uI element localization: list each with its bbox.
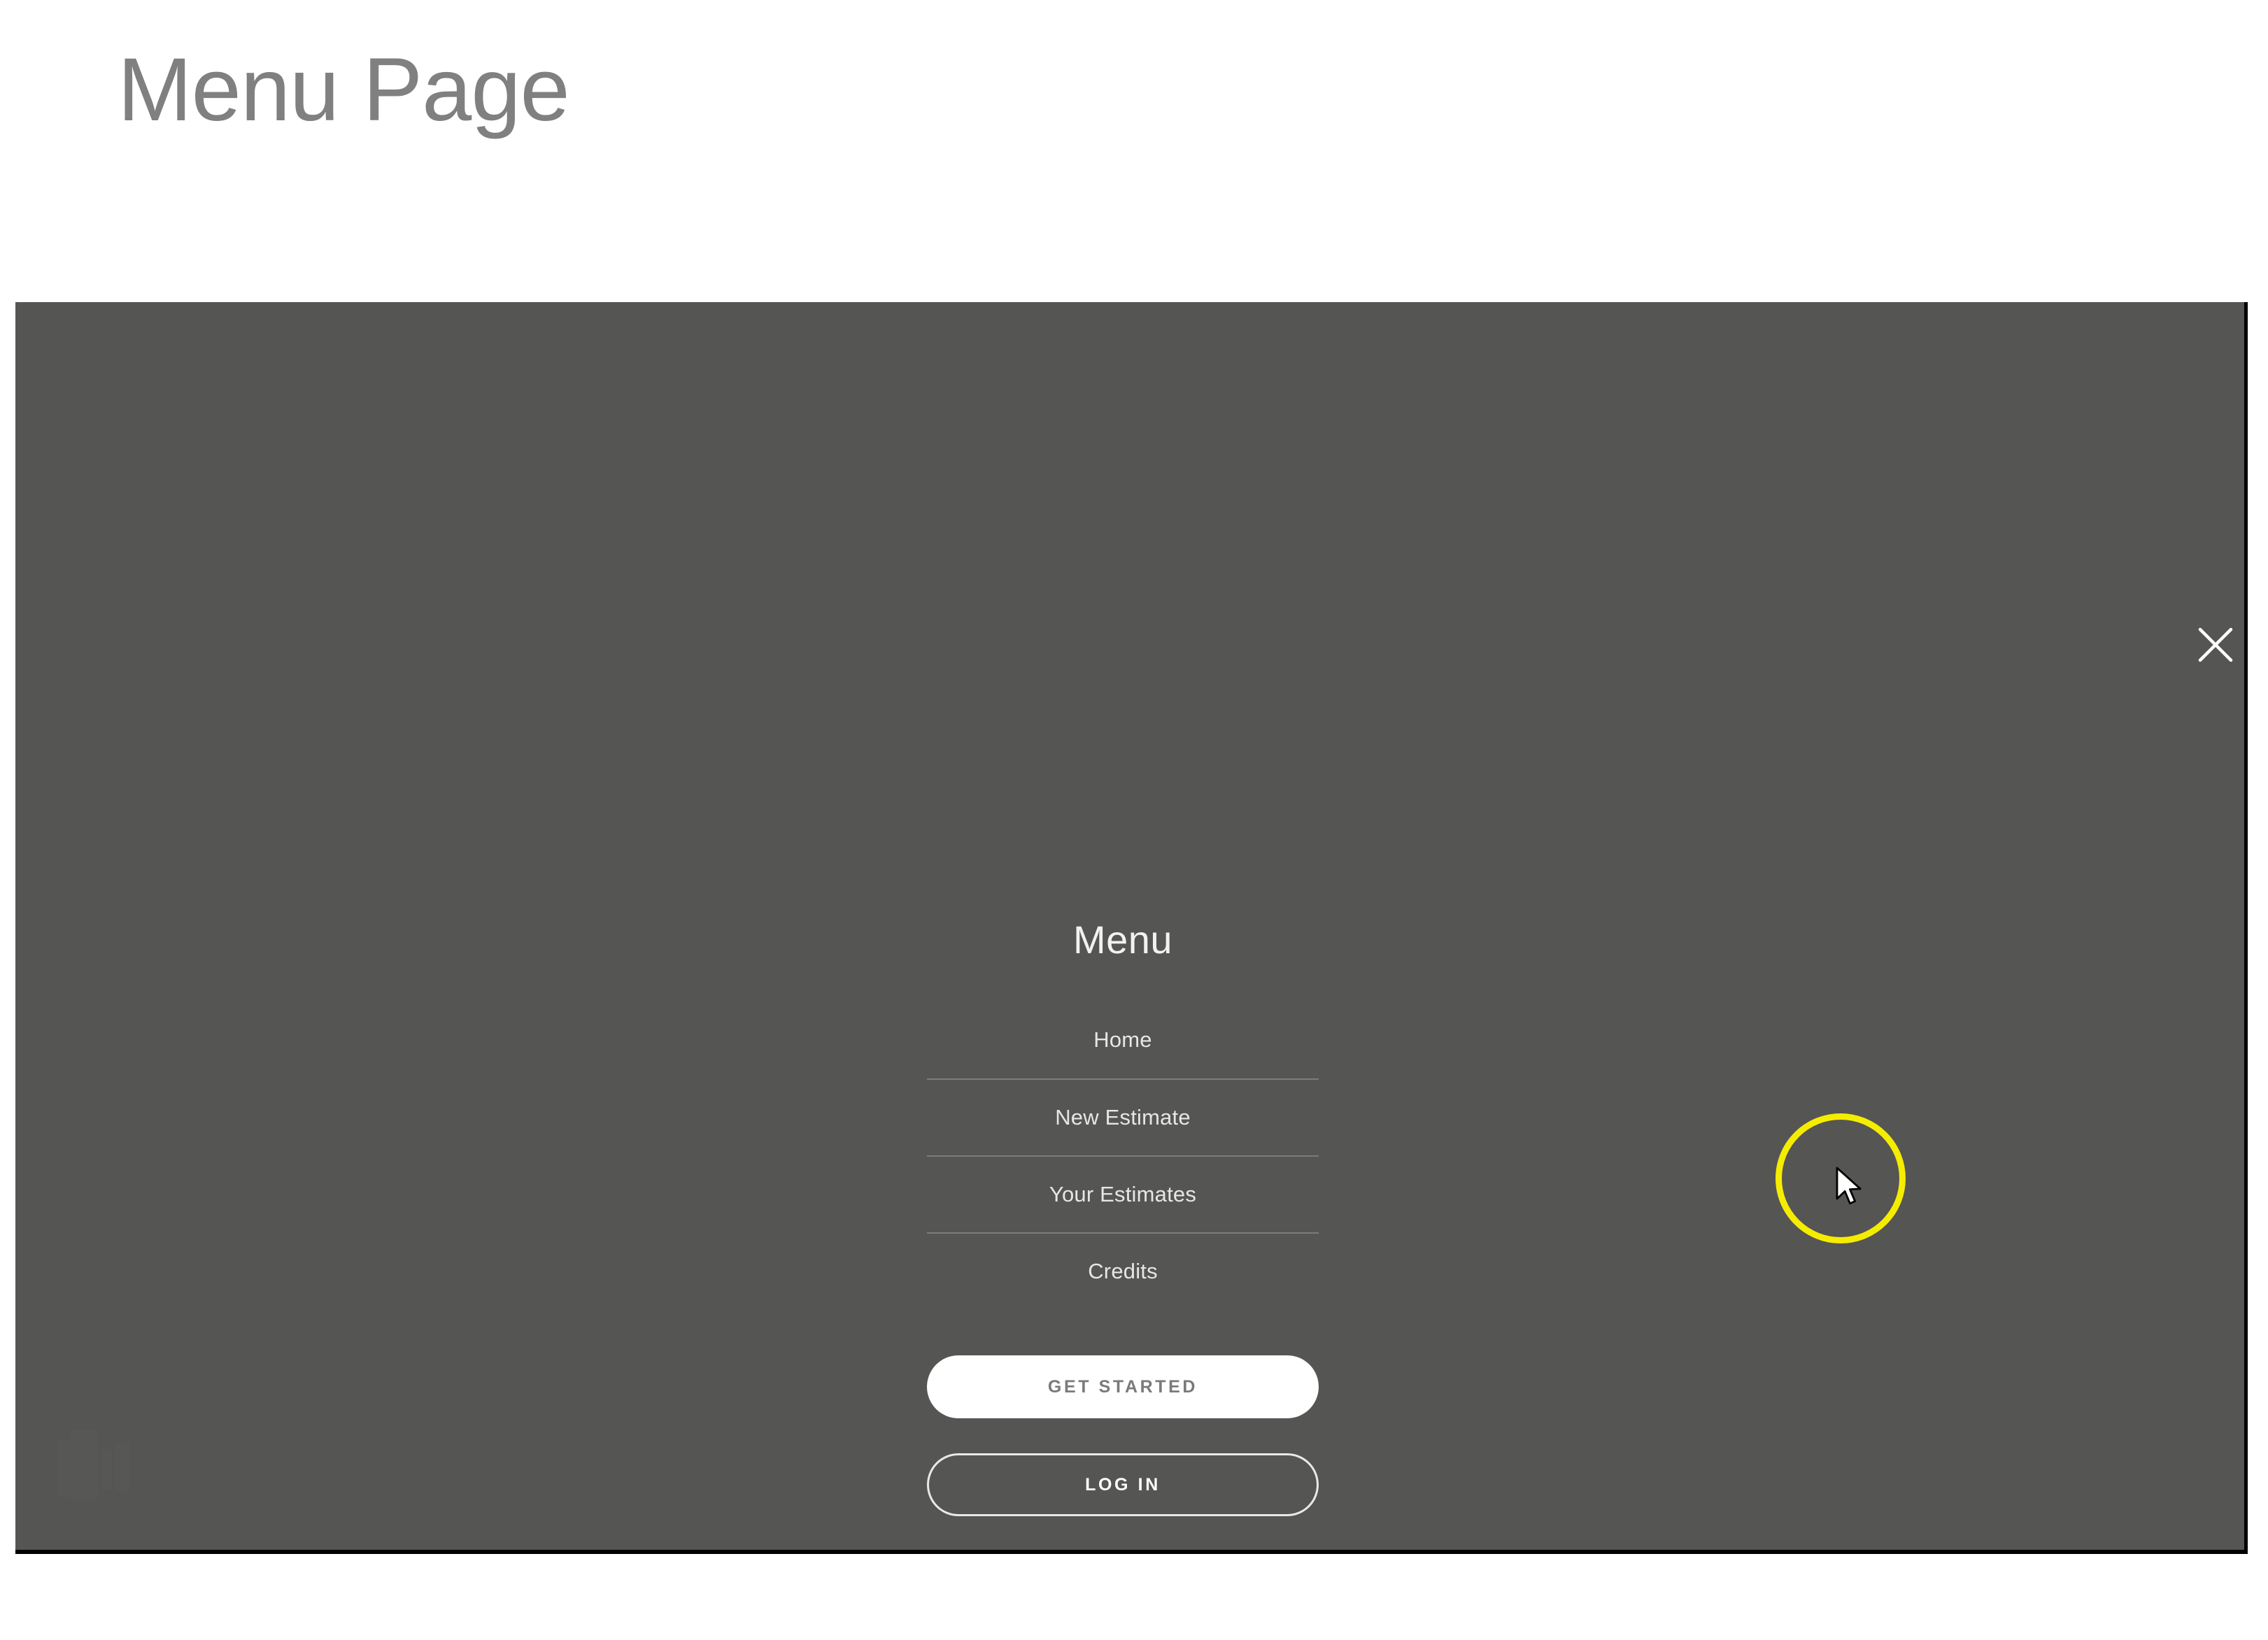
watermark-shape-c xyxy=(102,1449,112,1490)
get-started-button[interactable]: GET STARTED xyxy=(927,1355,1319,1419)
menu-item-new-estimate[interactable]: New Estimate xyxy=(927,1078,1319,1155)
close-icon xyxy=(2197,627,2234,663)
menu-item-credits[interactable]: Credits xyxy=(927,1232,1319,1309)
menu-list: Home New Estimate Your Estimates Credits xyxy=(927,1001,1319,1309)
page-title: Menu Page xyxy=(118,40,570,140)
menu-item-label: Home xyxy=(1093,1027,1152,1053)
menu-item-label: New Estimate xyxy=(1055,1105,1191,1130)
menu-item-your-estimates[interactable]: Your Estimates xyxy=(927,1155,1319,1232)
close-button[interactable] xyxy=(2183,612,2248,678)
watermark-shape-b xyxy=(70,1429,98,1499)
get-started-label: GET STARTED xyxy=(1047,1376,1198,1397)
watermark-shape-d xyxy=(115,1443,130,1491)
log-in-button[interactable]: LOG IN xyxy=(927,1453,1319,1517)
menu-block: Menu Home New Estimate Your Estimates Cr… xyxy=(927,918,1319,1517)
panel-watermark-logo xyxy=(56,1428,147,1512)
menu-heading: Menu xyxy=(1072,918,1173,962)
menu-item-home[interactable]: Home xyxy=(927,1001,1319,1078)
menu-item-label: Credits xyxy=(1088,1259,1158,1284)
menu-overlay-panel: Menu Home New Estimate Your Estimates Cr… xyxy=(15,302,2248,1554)
action-buttons: GET STARTED LOG IN xyxy=(927,1355,1319,1517)
menu-item-label: Your Estimates xyxy=(1049,1182,1197,1207)
log-in-label: LOG IN xyxy=(1085,1474,1161,1495)
